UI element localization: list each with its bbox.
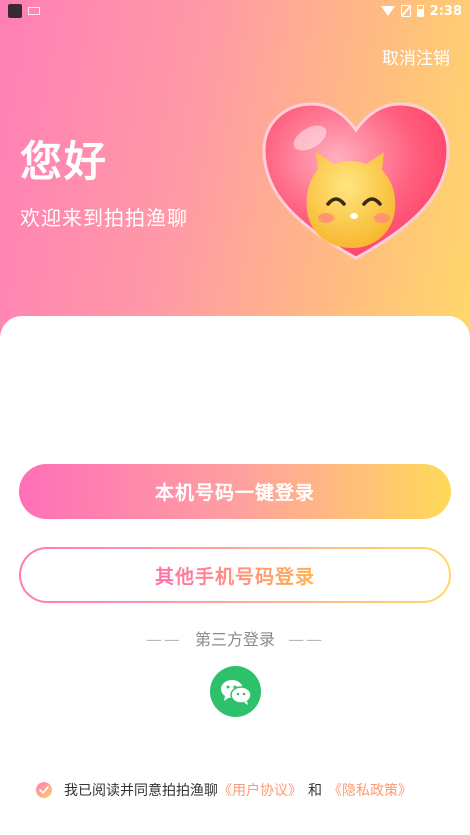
agreement-and: 和 bbox=[308, 783, 322, 799]
greeting-title: 您好 bbox=[20, 137, 109, 186]
one-click-login-button[interactable]: 本机号码一键登录 bbox=[19, 464, 451, 519]
user-agreement-link[interactable]: 《用户协议》 bbox=[218, 780, 302, 800]
wechat-login-button[interactable] bbox=[210, 666, 261, 717]
other-phone-login-label: 其他手机号码登录 bbox=[155, 562, 315, 589]
no-sim-icon bbox=[400, 5, 411, 17]
welcome-subtitle: 欢迎来到拍拍渔聊 bbox=[20, 206, 188, 230]
privacy-policy-link[interactable]: 《隐私政策》 bbox=[328, 780, 412, 800]
divider-right: —— bbox=[288, 630, 325, 649]
status-right: 2:38 bbox=[380, 3, 462, 19]
other-phone-login-inner: 其他手机号码登录 bbox=[21, 549, 449, 601]
status-time: 2:38 bbox=[429, 3, 462, 19]
app-notification-icon bbox=[8, 4, 22, 18]
other-phone-login-button[interactable]: 其他手机号码登录 bbox=[19, 547, 451, 603]
agreement-checkbox[interactable] bbox=[36, 782, 52, 798]
checkmark-icon bbox=[39, 786, 49, 794]
cancel-deregistration-button[interactable]: 取消注销 bbox=[382, 44, 450, 69]
agreement-row: 我已阅读并同意拍拍渔聊 《用户协议》 和 《隐私政策》 bbox=[36, 780, 412, 800]
divider-left: —— bbox=[145, 630, 182, 649]
battery-icon bbox=[416, 5, 424, 17]
wechat-icon bbox=[220, 679, 252, 705]
third-party-divider: —— 第三方登录 —— bbox=[0, 626, 470, 650]
status-left bbox=[8, 4, 40, 18]
wifi-icon bbox=[380, 6, 395, 16]
agreement-prefix: 我已阅读并同意拍拍渔聊 bbox=[64, 783, 218, 799]
heart-cat-mascot-icon bbox=[262, 102, 450, 260]
status-bar: 2:38 bbox=[0, 0, 470, 22]
small-app-icon bbox=[28, 7, 40, 15]
third-party-label: 第三方登录 bbox=[194, 630, 275, 649]
